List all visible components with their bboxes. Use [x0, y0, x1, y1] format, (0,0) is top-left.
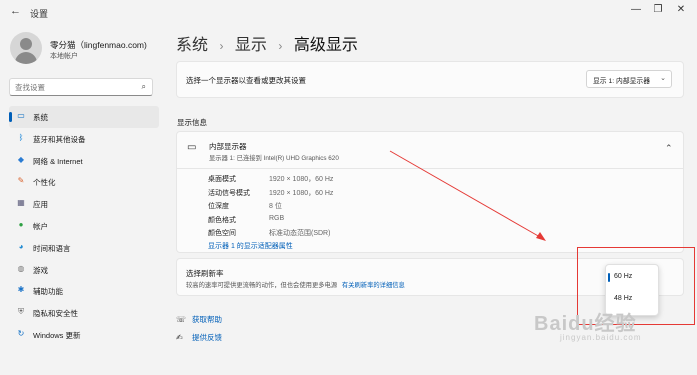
help-icon: ☏	[176, 315, 187, 324]
feedback-icon: ✍	[176, 333, 183, 342]
watermark: Baidu经验 jingyan.baidu.com	[534, 307, 640, 342]
get-help-label: 获取帮助	[192, 315, 222, 324]
annotation-arrow-head	[536, 232, 546, 241]
feedback-label: 提供反馈	[192, 333, 222, 342]
watermark-main: Baidu经验	[534, 313, 637, 335]
annotation-arrow-line	[389, 150, 541, 238]
feedback-link[interactable]: ✍ 提供反馈	[176, 332, 222, 343]
get-help-link[interactable]: ☏ 获取帮助	[176, 314, 222, 325]
watermark-sub: jingyan.baidu.com	[560, 333, 642, 342]
